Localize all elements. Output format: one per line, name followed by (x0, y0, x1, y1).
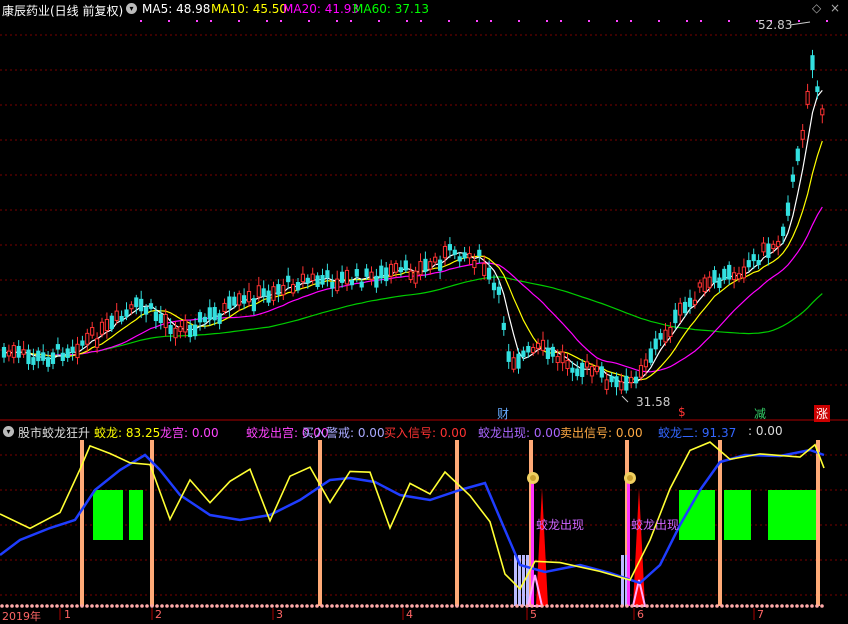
low-pointer (621, 395, 629, 403)
ma5-line (3, 90, 823, 384)
indicator-item-1: 龙宫: 0.00 (160, 426, 219, 440)
candlestick-series (1, 49, 825, 396)
month-1: 1 (64, 608, 71, 621)
month-4: 4 (406, 608, 413, 621)
marker-dollar[interactable]: $ (678, 405, 686, 419)
month-3: 3 (276, 608, 283, 621)
marker-zhang[interactable]: 涨 (814, 405, 831, 422)
month-7: 7 (757, 608, 764, 621)
indicator-name: 股市蛟龙狂升 (18, 426, 91, 440)
money-bag-icons (527, 472, 636, 484)
high-price-label: 52.83 (758, 18, 793, 32)
high-pointer (789, 21, 811, 26)
marker-jian[interactable]: 减 (754, 405, 766, 422)
indicator-header: ▾ 股市蛟龙狂升 蛟龙: 83.25 龙宫: 0.00 蛟龙出宫: 0.00 买入警戒… (0, 422, 848, 440)
indicator-settings-icon[interactable]: ▾ (3, 426, 14, 437)
marker-cai[interactable]: 财 (497, 405, 509, 422)
chart-canvas[interactable] (0, 0, 848, 622)
indicator-item-4: 买入信号: 0.00 (384, 426, 467, 440)
indicator-item-3: 买入警戒: 0.00 (302, 426, 385, 440)
low-price-label: 31.58 (636, 395, 671, 409)
indicator-item-5: 蛟龙出现: 0.00 (478, 426, 561, 440)
indicator-item-7: 蛟龙二: 91.37 (658, 426, 737, 440)
month-6: 6 (637, 608, 644, 621)
indicator-item-8: : 0.00 (748, 424, 783, 438)
indicator-item-0: 蛟龙: 83.25 (94, 426, 161, 440)
signal-annotation-1: 蛟龙出现 (536, 518, 585, 532)
month-2: 2 (155, 608, 162, 621)
month-5: 5 (530, 608, 537, 621)
indicator-item-6: 卖出信号: 0.00 (560, 426, 643, 440)
signal-annotation-2: 蛟龙出现 (631, 518, 680, 532)
top-dot-markers (140, 20, 828, 22)
